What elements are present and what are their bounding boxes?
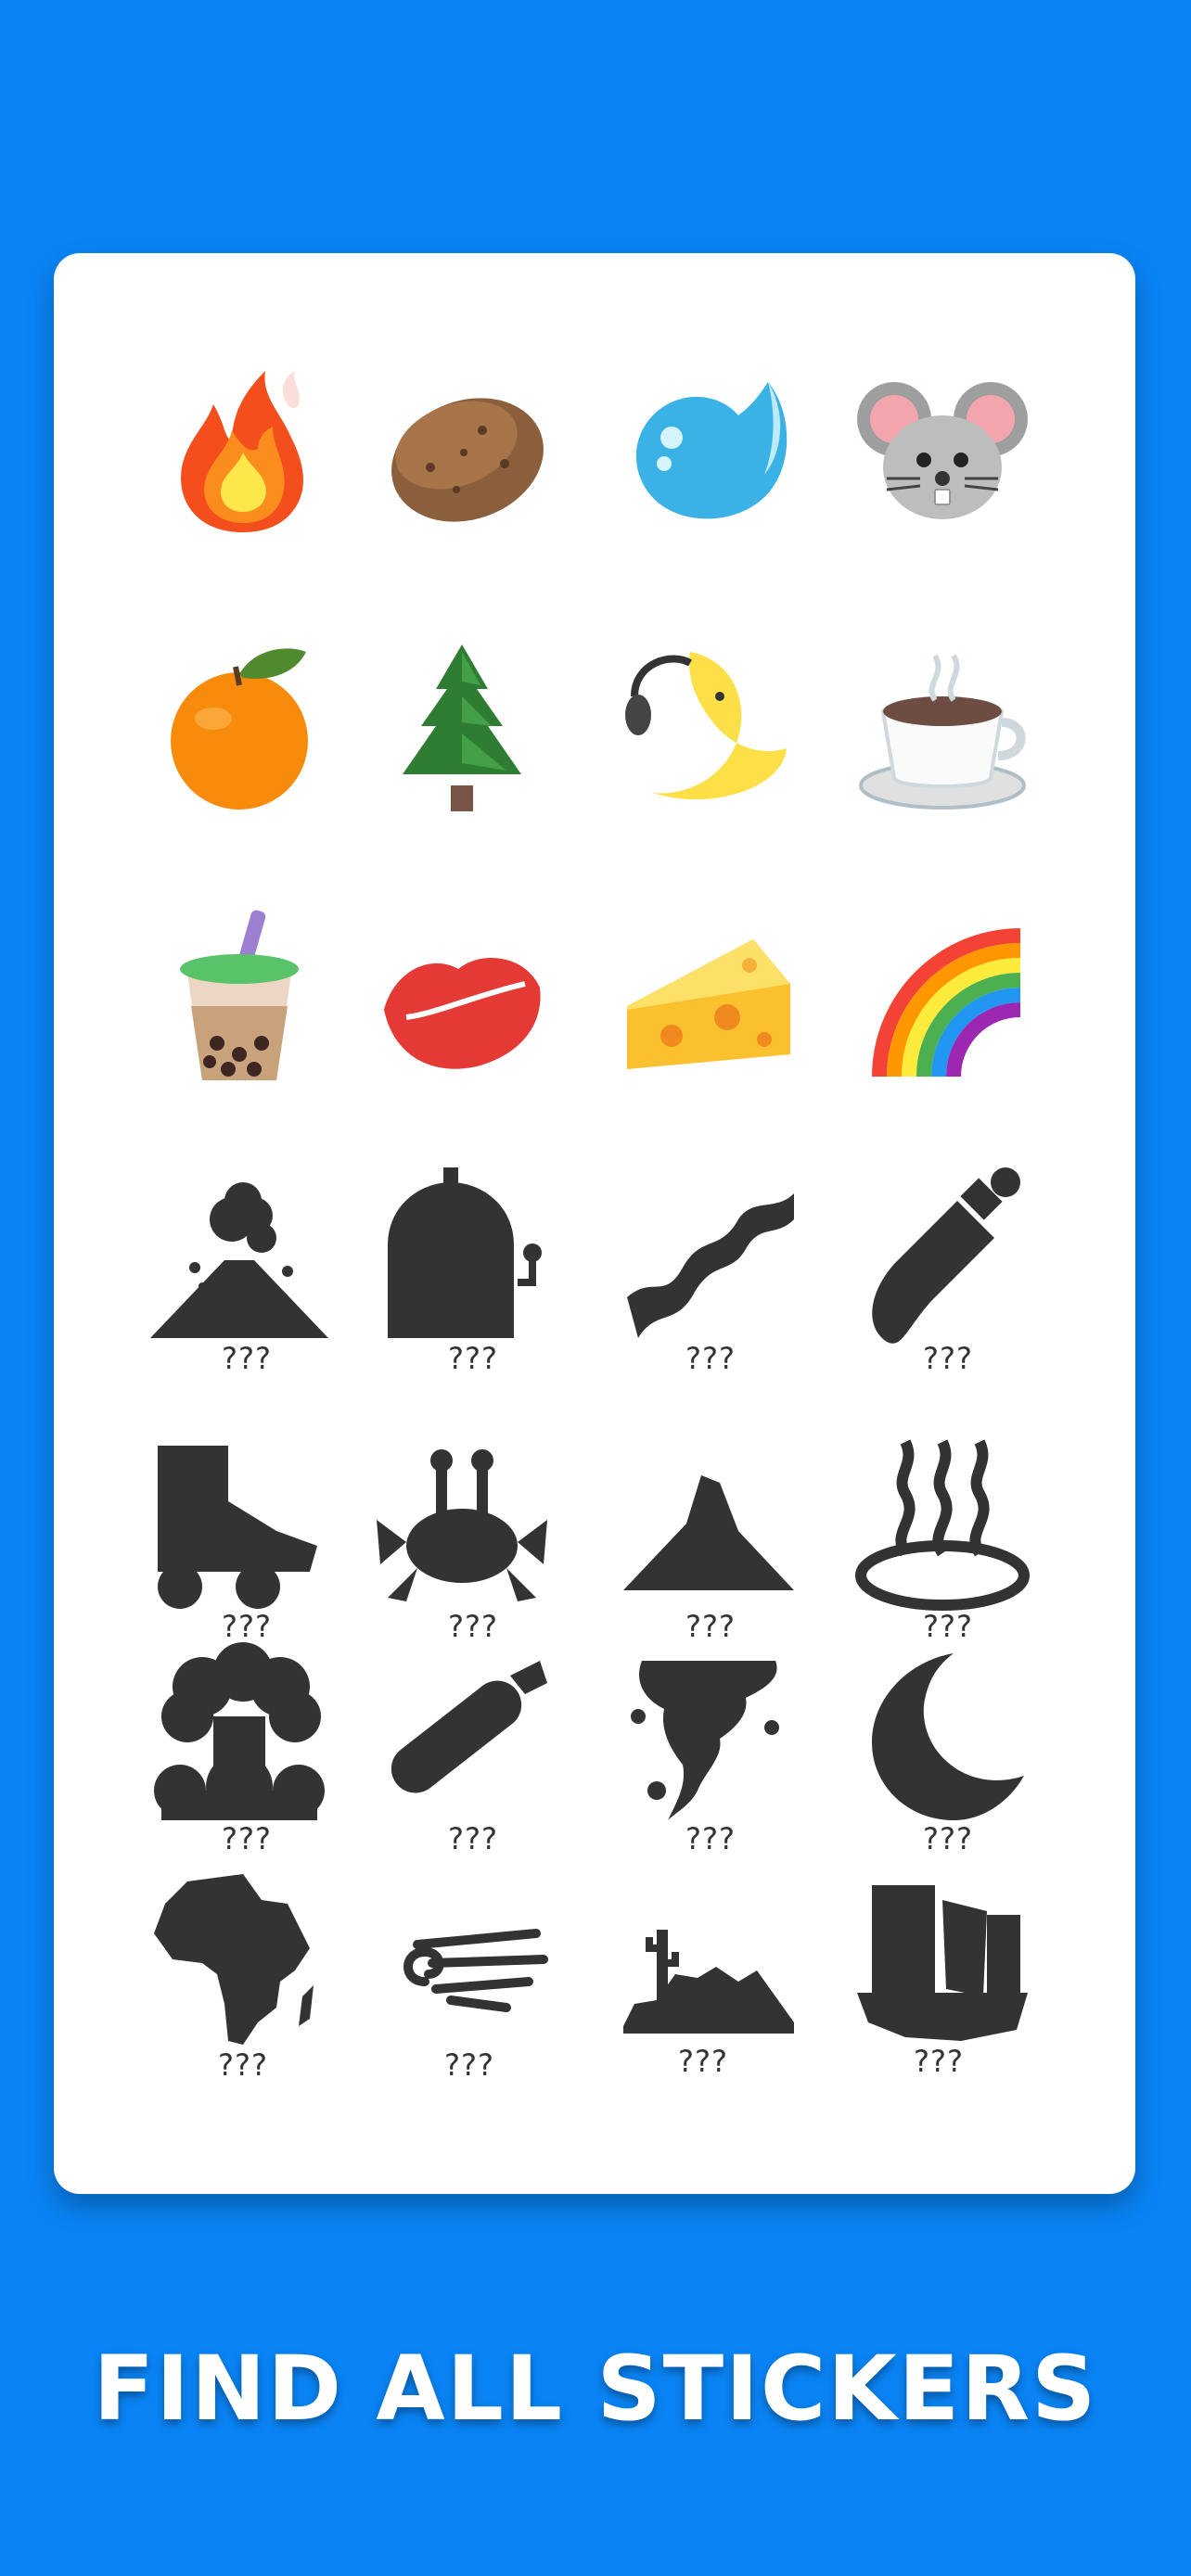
desert-silhouette-icon[interactable] <box>616 1867 801 2052</box>
sticker-label: ??? <box>685 1821 736 1856</box>
fire-icon[interactable] <box>150 356 336 542</box>
sticker-label: ??? <box>222 1609 272 1644</box>
volcano-silhouette-icon[interactable] <box>147 1164 332 1349</box>
tornado-silhouette-icon[interactable] <box>616 1642 801 1828</box>
bacon-silhouette-icon[interactable] <box>616 1164 801 1349</box>
water-drop-icon[interactable] <box>616 356 801 542</box>
baby-bottle-silhouette-icon[interactable] <box>850 1164 1035 1349</box>
sticker-label: ??? <box>923 1609 973 1644</box>
crab-silhouette-icon[interactable] <box>369 1431 555 1616</box>
cheese-wedge-icon[interactable] <box>616 906 801 1091</box>
rainbow-icon[interactable] <box>850 906 1035 1091</box>
footer-title: FIND ALL STICKERS <box>93 2337 1098 2441</box>
tangerine-icon[interactable] <box>147 633 332 819</box>
sticker-label: ??? <box>218 2047 268 2083</box>
potato-icon[interactable] <box>375 356 560 542</box>
mountain-silhouette-icon[interactable] <box>616 1431 801 1616</box>
hot-beverage-icon[interactable] <box>850 633 1035 819</box>
sticker-label: ??? <box>444 2047 494 2083</box>
evergreen-tree-icon[interactable] <box>369 633 555 819</box>
wind-silhouette-icon[interactable] <box>369 1867 555 2052</box>
sticker-label: ??? <box>448 1609 498 1644</box>
sticker-label: ??? <box>222 1341 272 1376</box>
bubble-tea-icon[interactable] <box>147 906 332 1091</box>
sticker-label: ??? <box>222 1821 272 1856</box>
sticker-label: ??? <box>685 1341 736 1376</box>
sticker-collection-card: ??? ??? ??? ??? ??? ??? ??? ??? ??? ??? … <box>54 253 1135 2194</box>
sticker-label: ??? <box>685 1609 736 1644</box>
mushroom-cloud-silhouette-icon[interactable] <box>147 1642 332 1828</box>
sticker-label: ??? <box>678 2044 728 2079</box>
sticker-label: ??? <box>448 1341 498 1376</box>
sticker-label: ??? <box>448 1821 498 1856</box>
sticker-label: ??? <box>923 1341 973 1376</box>
fire-extinguisher-silhouette-icon[interactable] <box>369 1642 555 1828</box>
kiss-mark-icon[interactable] <box>369 906 555 1091</box>
mouse-face-icon[interactable] <box>850 356 1035 542</box>
slot-machine-silhouette-icon[interactable] <box>369 1164 555 1349</box>
broken-building-silhouette-icon[interactable] <box>850 1867 1035 2052</box>
crescent-moon-silhouette-icon[interactable] <box>850 1642 1035 1828</box>
sticker-label: ??? <box>923 1821 973 1856</box>
sticker-label: ??? <box>914 2044 964 2079</box>
hot-springs-silhouette-icon[interactable] <box>850 1431 1035 1616</box>
moon-face-headphones-icon[interactable] <box>616 633 801 819</box>
africa-silhouette-icon[interactable] <box>147 1867 332 2052</box>
roller-skate-silhouette-icon[interactable] <box>147 1431 332 1616</box>
